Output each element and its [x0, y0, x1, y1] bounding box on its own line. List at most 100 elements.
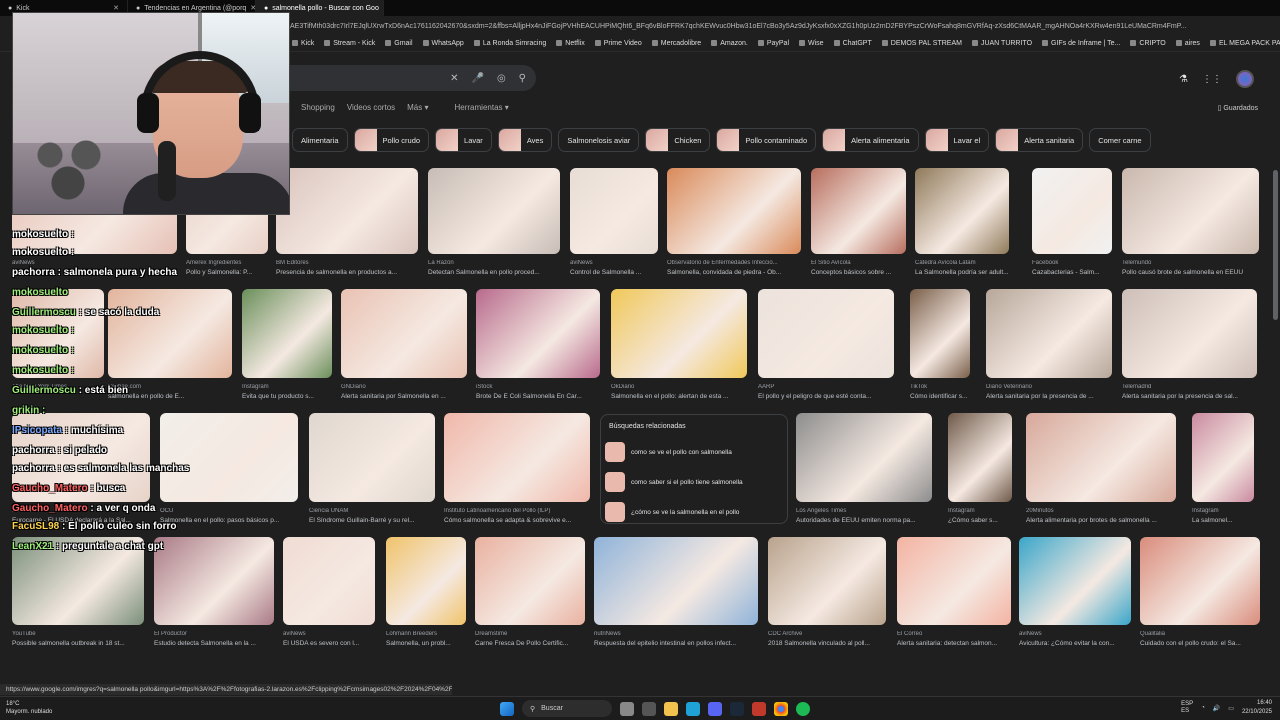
labs-icon[interactable]: ⚗	[1179, 74, 1188, 85]
result-thumbnail[interactable]	[1122, 289, 1257, 378]
result-title[interactable]: Pollo causó brote de salmonella en EEUU	[1122, 269, 1259, 276]
result-title[interactable]: Carne Fresca De Pollo Certific...	[475, 640, 585, 647]
image-result[interactable]: Instagram La salmonel...	[1192, 413, 1254, 528]
result-thumbnail[interactable]	[1140, 537, 1260, 625]
result-title[interactable]: Avicultura: ¿Cómo evitar la con...	[1019, 640, 1131, 647]
result-thumbnail[interactable]	[570, 168, 658, 254]
result-thumbnail[interactable]	[309, 413, 435, 502]
image-result[interactable]: Instituto Latinoamericano del Pollo (ILP…	[444, 413, 590, 528]
bookmark-item[interactable]: CRIPTO	[1130, 40, 1165, 47]
language-indicator[interactable]: ESP ES	[1181, 701, 1193, 715]
bookmark-item[interactable]: WhatsApp	[423, 40, 464, 47]
image-result[interactable]: El Sitio Avícola Conceptos básicos sobre …	[811, 168, 906, 280]
result-title[interactable]: Evita que tu producto s...	[242, 393, 332, 400]
result-title[interactable]: Pollo y Salmonella: P...	[186, 269, 268, 276]
image-result[interactable]: Diario Veterinario Alerta sanitaria por l…	[986, 289, 1112, 404]
image-result[interactable]: Lohmann Breeders Salmonella, un probl...	[386, 537, 466, 651]
image-result[interactable]: aviNews El USDA es severo con l...	[283, 537, 375, 651]
result-thumbnail[interactable]	[283, 537, 375, 625]
result-thumbnail[interactable]	[594, 537, 758, 625]
result-title[interactable]: Detectan Salmonella en pollo proced...	[428, 269, 560, 276]
result-thumbnail[interactable]	[811, 168, 906, 254]
clock[interactable]: 16:40 22/10/2025	[1242, 699, 1272, 717]
wifi-icon[interactable]: ◔	[1201, 705, 1205, 711]
image-result[interactable]: aviNews Avicultura: ¿Cómo evitar la con..…	[1019, 537, 1131, 651]
result-title[interactable]: Salmonella, convidada de piedra - Ob...	[667, 269, 801, 276]
image-result[interactable]: GNDiario Alerta sanitaria por Salmonella …	[341, 289, 467, 404]
result-title[interactable]: Conceptos básicos sobre ...	[811, 269, 906, 276]
image-result[interactable]: TikTok Cómo identificar s...	[910, 289, 970, 404]
image-result[interactable]: Observatorio de Enfermedades Infeccio...…	[667, 168, 801, 280]
image-result[interactable]: YouTube Possible salmonella outbreak in 1…	[12, 537, 144, 651]
result-title[interactable]: Alerta sanitaria: detectan salmon...	[897, 640, 1011, 647]
image-result[interactable]: Qualitalia Cuidado con el pollo crudo: el…	[1140, 537, 1260, 651]
image-result[interactable]: iStock Brote De E Coli Salmonella En Car.…	[476, 289, 600, 404]
result-title[interactable]: 2018 Salmonella vinculado al poll...	[768, 640, 886, 647]
search-nav-tab[interactable]: Más ▾	[407, 103, 428, 112]
result-thumbnail[interactable]	[386, 537, 466, 625]
bookmark-item[interactable]: Prime Video	[595, 40, 642, 47]
bookmark-item[interactable]: EL MEGA PACK PAP...	[1210, 40, 1280, 47]
result-title[interactable]: Salmonella en el pollo: pasos básicos p.…	[160, 517, 298, 524]
battery-icon[interactable]: ▭	[1228, 705, 1234, 712]
image-result[interactable]: BM Editores Presencia de salmonella en pr…	[276, 168, 418, 280]
filter-chip[interactable]: Pollo contaminado	[716, 128, 817, 152]
filter-chip[interactable]: Salmonelosis aviar	[558, 128, 640, 152]
bookmark-item[interactable]: aires	[1176, 40, 1200, 47]
related-search-item[interactable]: ¿cómo se ve la salmonella en el pollo	[605, 501, 783, 523]
result-title[interactable]: Alerta alimentaria por brotes de salmone…	[1026, 517, 1176, 524]
result-thumbnail[interactable]	[476, 289, 600, 378]
bookmark-item[interactable]: JUAN TURRITO	[972, 40, 1032, 47]
bookmark-item[interactable]: La Ronda Simracing	[474, 40, 546, 47]
result-thumbnail[interactable]	[341, 289, 467, 378]
windows-start-icon[interactable]	[500, 701, 514, 716]
taskbar-search[interactable]: ⚲ Buscar	[522, 700, 612, 717]
image-result[interactable]: Instagram Evita que tu producto s...	[242, 289, 332, 404]
clear-icon[interactable]: ✕	[450, 73, 458, 84]
result-title[interactable]: El USDA es severo con l...	[283, 640, 375, 647]
widgets-icon[interactable]	[620, 701, 634, 716]
result-thumbnail[interactable]	[1122, 168, 1259, 254]
image-result[interactable]: El Correo Alerta sanitaria: detectan salm…	[897, 537, 1011, 651]
search-icon[interactable]: ⚲	[519, 73, 526, 84]
image-result[interactable]: El Productor Estudio detecta Salmonella e…	[154, 537, 274, 651]
bookmark-item[interactable]: Mercadolibre	[652, 40, 701, 47]
related-search-item[interactable]: como se ve el pollo con salmonella	[605, 441, 783, 463]
task-view-icon[interactable]	[642, 701, 656, 716]
search-nav-tab[interactable]: Herramientas ▾	[455, 103, 509, 112]
saved-link[interactable]: ▯ Guardados	[1218, 104, 1258, 112]
result-thumbnail[interactable]	[611, 289, 747, 378]
result-thumbnail[interactable]	[986, 289, 1112, 378]
image-result[interactable]: nutriNews Respuesta del epitelio intestin…	[594, 537, 758, 651]
bookmark-item[interactable]: Wise	[799, 40, 824, 47]
image-result[interactable]: OkDiario Salmonella en el pollo: alertan …	[611, 289, 747, 404]
result-thumbnail[interactable]	[242, 289, 332, 378]
spotify-icon[interactable]	[796, 701, 810, 716]
result-title[interactable]: Possible salmonella outbreak in 18 st...	[12, 640, 144, 647]
result-title[interactable]: Cómo identificar s...	[910, 393, 970, 400]
image-result[interactable]: Los Angeles Times Autoridades de EEUU emi…	[796, 413, 932, 528]
result-title[interactable]: Cuidado con el pollo crudo: el Sa...	[1140, 640, 1260, 647]
result-title[interactable]: Salmonella, un probl...	[386, 640, 466, 647]
filter-chip[interactable]: Pollo crudo	[353, 128, 430, 152]
address-url[interactable]: AE3TifMth03drc7Irl7EJqlUXrwTxD6nAc176116…	[290, 23, 1186, 30]
steam-icon[interactable]	[730, 701, 744, 716]
result-thumbnail[interactable]	[160, 413, 298, 502]
filter-chip[interactable]: Lavar	[435, 128, 492, 152]
file-explorer-icon[interactable]	[664, 701, 678, 716]
result-title[interactable]: Cazabacterias - Salm...	[1032, 269, 1112, 276]
filter-chip[interactable]: Comer carne	[1089, 128, 1151, 152]
edge-icon[interactable]	[686, 701, 700, 716]
result-thumbnail[interactable]	[1032, 168, 1112, 254]
bookmark-item[interactable]: DEMOS PAL STREAM	[882, 40, 962, 47]
image-result[interactable]: CDC Archive 2018 Salmonella vinculado al …	[768, 537, 886, 651]
result-thumbnail[interactable]	[897, 537, 1011, 625]
result-thumbnail[interactable]	[915, 168, 1009, 254]
result-thumbnail[interactable]	[444, 413, 590, 502]
result-title[interactable]: Brote De E Coli Salmonella En Car...	[476, 393, 600, 400]
bookmark-item[interactable]: PayPal	[758, 40, 789, 47]
image-result[interactable]: AARP El pollo y el peligro de que esté co…	[758, 289, 894, 404]
filter-chip[interactable]: Lavar el	[924, 128, 990, 152]
result-title[interactable]: La Salmonella podría ser adult...	[915, 269, 1009, 276]
result-thumbnail[interactable]	[948, 413, 1012, 502]
